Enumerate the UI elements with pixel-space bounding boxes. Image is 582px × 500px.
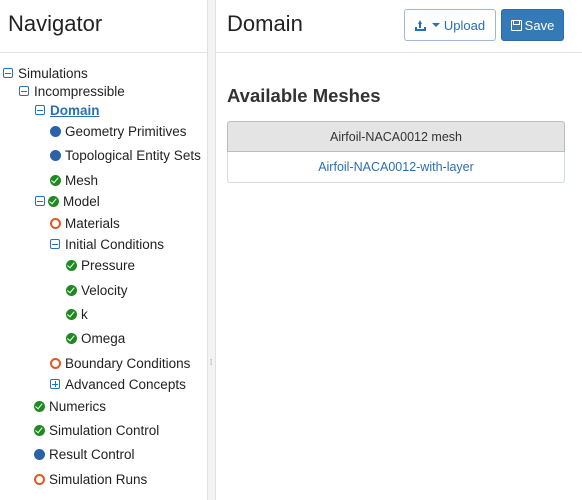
tree-item-label: Topological Entity Sets	[65, 147, 201, 163]
tree-item-velocity[interactable]: Velocity	[66, 280, 128, 300]
tree-item-initial-conditions[interactable]: Initial Conditions	[50, 234, 164, 254]
navigator-header: Navigator	[0, 0, 207, 53]
tree-item-label: Incompressible	[34, 83, 125, 99]
tree-item-result-control[interactable]: Result Control	[34, 444, 135, 464]
main-header: Domain Upload Save	[216, 0, 582, 53]
tree-item-numerics[interactable]: Numerics	[34, 396, 106, 416]
tree-item-label: Simulation Control	[49, 422, 160, 438]
mesh-list: Airfoil-NACA0012 mesh Airfoil-NACA0012-w…	[227, 121, 565, 183]
check-circle-icon	[50, 174, 61, 186]
save-label: Save	[524, 17, 555, 33]
tree-item-label: Model	[63, 193, 100, 209]
tree-item-label: Mesh	[65, 172, 99, 188]
tree-item-label: Simulation Runs	[49, 471, 148, 487]
tree-item-incompressible[interactable]: Incompressible	[19, 81, 125, 101]
tree-item-boundary-conditions[interactable]: Boundary Conditions	[50, 353, 190, 373]
tree-item-simulation-runs[interactable]: Simulation Runs	[34, 469, 147, 489]
expand-icon[interactable]	[50, 379, 60, 389]
mesh-list-item[interactable]: Airfoil-NACA0012-with-layer	[227, 152, 565, 183]
empty-circle-icon	[50, 357, 61, 369]
check-circle-icon	[34, 400, 45, 412]
collapse-icon[interactable]	[35, 196, 45, 206]
empty-circle-icon	[34, 473, 45, 485]
tree-item-topological-entity-sets[interactable]: Topological Entity Sets	[50, 145, 201, 165]
navigator-panel: Navigator Simulations Incompressible Dom…	[0, 0, 207, 500]
upload-button[interactable]: Upload	[404, 9, 496, 41]
navigator-title: Navigator	[8, 11, 103, 36]
tree-item-label: Domain	[50, 102, 100, 118]
section-title: Available Meshes	[227, 85, 381, 106]
page-title: Domain	[227, 11, 303, 36]
tree-item-advanced-concepts[interactable]: Advanced Concepts	[50, 374, 186, 394]
upload-label: Upload	[443, 17, 486, 33]
check-circle-icon	[66, 332, 77, 344]
collapse-icon[interactable]	[50, 239, 60, 249]
tree-item-label: Numerics	[49, 398, 107, 414]
tree-item-materials[interactable]: Materials	[50, 213, 120, 233]
tree-item-simulation-control[interactable]: Simulation Control	[34, 420, 159, 440]
mesh-list-header: Airfoil-NACA0012 mesh	[227, 121, 565, 152]
tree-item-omega[interactable]: Omega	[66, 328, 125, 348]
tree-item-label: Simulations	[18, 65, 88, 81]
tree-item-label: Geometry Primitives	[65, 123, 187, 139]
grip-icon[interactable]: ⁞	[210, 358, 212, 367]
tree-item-label: Advanced Concepts	[65, 376, 186, 392]
panel-resize-handle[interactable]: ⁞	[207, 0, 216, 500]
check-circle-icon	[34, 424, 45, 436]
tree-item-label: Velocity	[81, 282, 128, 298]
save-button[interactable]: Save	[501, 9, 564, 41]
floppy-disk-icon	[510, 19, 522, 31]
tree-item-label: Omega	[81, 330, 126, 346]
check-circle-icon	[66, 284, 77, 296]
tree-item-label: k	[81, 306, 88, 322]
tree-item-simulations[interactable]: Simulations	[3, 63, 88, 83]
info-circle-icon	[50, 149, 61, 161]
check-circle-icon	[66, 259, 77, 271]
tree-item-geometry-primitives[interactable]: Geometry Primitives	[50, 121, 187, 141]
tree-item-mesh[interactable]: Mesh	[50, 170, 98, 190]
info-circle-icon	[34, 448, 45, 460]
collapse-icon[interactable]	[19, 86, 29, 96]
tree-item-label: Pressure	[81, 257, 136, 273]
tree-item-label: Materials	[65, 215, 120, 231]
tree-item-domain[interactable]: Domain	[35, 100, 100, 120]
collapse-icon[interactable]	[3, 68, 13, 78]
tree-item-model[interactable]: Model	[35, 191, 100, 211]
check-circle-icon	[48, 195, 59, 207]
check-circle-icon	[66, 308, 77, 320]
tree-item-label: Boundary Conditions	[65, 355, 191, 371]
caret-down-icon	[431, 23, 440, 27]
main-panel: Domain Upload Save Available Meshes Airf…	[216, 0, 582, 500]
tree-item-pressure[interactable]: Pressure	[66, 255, 135, 275]
collapse-icon[interactable]	[35, 105, 45, 115]
tree-item-k[interactable]: k	[66, 304, 88, 324]
empty-circle-icon	[50, 217, 61, 229]
upload-icon	[414, 19, 426, 31]
tree-item-label: Initial Conditions	[65, 236, 165, 252]
info-circle-icon	[50, 125, 61, 137]
tree-item-label: Result Control	[49, 446, 135, 462]
